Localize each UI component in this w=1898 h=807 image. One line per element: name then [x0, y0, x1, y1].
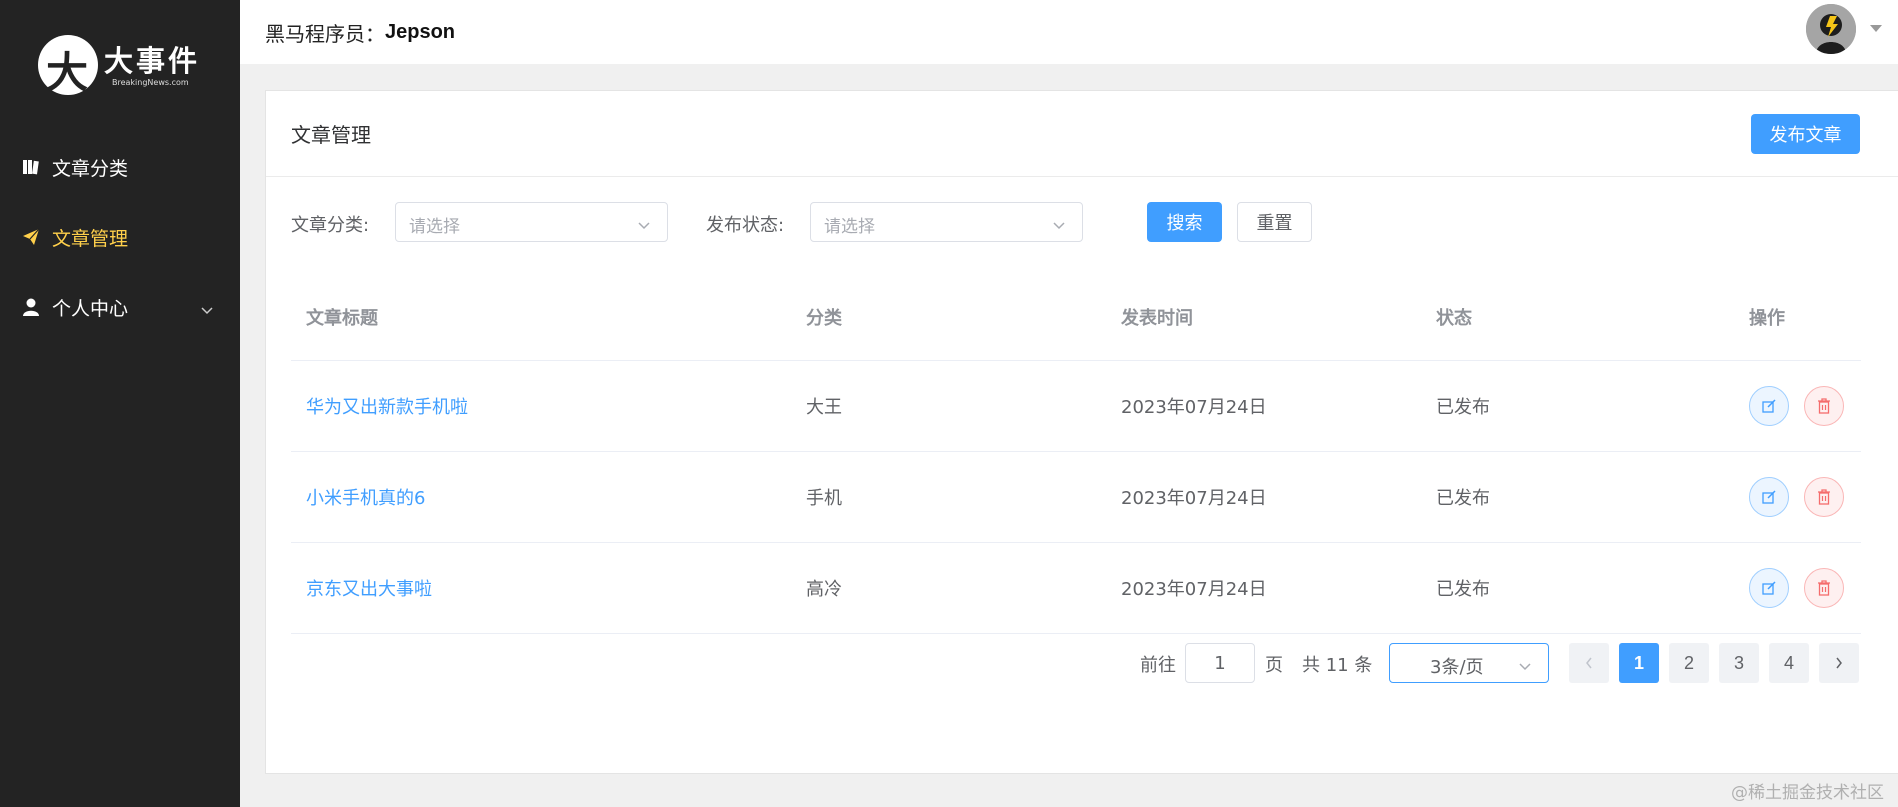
article-status: 已发布: [1436, 488, 1490, 509]
sidebar-menu: 文章分类 文章管理 个人中心: [0, 132, 240, 342]
edit-icon: [1762, 581, 1776, 595]
edit-button[interactable]: [1749, 477, 1789, 517]
sidebar-item-label: 个人中心: [52, 297, 129, 320]
category-filter-label: 文章分类:: [291, 215, 370, 236]
chevron-left-icon: [1586, 657, 1592, 669]
prev-page-button[interactable]: [1569, 643, 1609, 683]
article-title-link[interactable]: 小米手机真的6: [306, 484, 425, 510]
top-header: 黑马程序员： Jepson: [240, 0, 1898, 64]
chevron-down-icon: [1052, 216, 1066, 235]
article-title-link[interactable]: 华为又出新款手机啦: [306, 393, 468, 419]
total-count: 共 11 条: [1302, 655, 1373, 676]
status-filter-label: 发布状态:: [706, 215, 785, 236]
book-icon: [20, 156, 42, 178]
trash-icon: [1818, 398, 1830, 414]
column-header-actions: 操作: [1749, 307, 1785, 329]
header-username: Jepson: [385, 20, 456, 43]
trash-icon: [1818, 580, 1830, 596]
chevron-down-icon: [200, 299, 214, 321]
article-title-link[interactable]: 京东又出大事啦: [306, 575, 432, 601]
delete-button[interactable]: [1804, 568, 1844, 608]
page-button-3[interactable]: 3: [1719, 643, 1759, 683]
article-category: 手机: [806, 488, 842, 509]
logo: 大事件 BreakingNews.com: [0, 0, 240, 130]
article-date: 2023年07月24日: [1121, 397, 1267, 418]
article-status: 已发布: [1436, 397, 1490, 418]
edit-icon: [1762, 490, 1776, 504]
sidebar-item-label: 文章分类: [52, 157, 129, 180]
column-header-title: 文章标题: [306, 307, 378, 329]
edit-button[interactable]: [1749, 568, 1789, 608]
article-category: 高冷: [806, 579, 842, 600]
filter-form: 文章分类: 请选择 发布状态: 请选择 搜索 重置: [291, 202, 1851, 242]
article-status: 已发布: [1436, 579, 1490, 600]
column-header-category: 分类: [806, 307, 842, 329]
column-header-status: 状态: [1436, 307, 1472, 329]
logo-mark: [38, 35, 98, 100]
article-date: 2023年07月24日: [1121, 579, 1267, 600]
page-unit-label: 页: [1265, 655, 1283, 676]
chevron-right-icon: [1836, 657, 1842, 669]
sidebar-item-article-category[interactable]: 文章分类: [0, 132, 240, 202]
edit-button[interactable]: [1749, 386, 1789, 426]
next-page-button[interactable]: [1819, 643, 1859, 683]
page-size-select[interactable]: 3条/页: [1389, 643, 1549, 683]
sidebar-item-label: 文章管理: [52, 227, 129, 250]
page-size-value: 3条/页: [1430, 657, 1484, 678]
table-row: 小米手机真的6 手机 2023年07月24日 已发布: [291, 452, 1861, 543]
column-header-date: 发表时间: [1121, 307, 1193, 329]
logo-subtitle: BreakingNews.com: [112, 77, 189, 87]
card-header: 文章管理 发布文章: [266, 91, 1898, 177]
edit-icon: [1762, 399, 1776, 413]
category-select-placeholder: 请选择: [409, 217, 460, 237]
goto-label: 前往: [1140, 655, 1176, 676]
logo-title: 大事件: [104, 43, 201, 78]
trash-icon: [1818, 489, 1830, 505]
article-table: 文章标题 分类 发表时间 状态 操作 华为又出新款手机啦 大王 2023年07月…: [291, 273, 1861, 634]
chevron-down-icon: [1518, 657, 1532, 676]
goto-page-input[interactable]: [1185, 643, 1255, 683]
sidebar-item-article-manage[interactable]: 文章管理: [0, 202, 240, 272]
sidebar-item-personal-center[interactable]: 个人中心: [0, 272, 240, 342]
header-label: 黑马程序员：: [265, 21, 385, 46]
chevron-down-icon: [637, 216, 651, 235]
page-button-4[interactable]: 4: [1769, 643, 1809, 683]
pagination: 前往 页 共 11 条 3条/页 1 2 3 4: [265, 643, 1898, 683]
page-button-2[interactable]: 2: [1669, 643, 1709, 683]
search-button[interactable]: 搜索: [1147, 202, 1222, 242]
avatar[interactable]: [1806, 4, 1856, 54]
delete-button[interactable]: [1804, 477, 1844, 517]
status-select[interactable]: 请选择: [810, 202, 1083, 242]
page-title: 文章管理: [291, 123, 371, 147]
table-header: 文章标题 分类 发表时间 状态 操作: [291, 273, 1861, 361]
caret-down-icon[interactable]: [1870, 25, 1882, 32]
delete-button[interactable]: [1804, 386, 1844, 426]
paper-plane-icon: [20, 226, 42, 248]
table-row: 华为又出新款手机啦 大王 2023年07月24日 已发布: [291, 361, 1861, 452]
status-select-placeholder: 请选择: [824, 217, 875, 237]
article-date: 2023年07月24日: [1121, 488, 1267, 509]
publish-article-button[interactable]: 发布文章: [1751, 114, 1860, 154]
sidebar: 大事件 BreakingNews.com 文章分类 文章管理 个人中心: [0, 0, 240, 807]
user-icon: [20, 296, 42, 318]
reset-button[interactable]: 重置: [1237, 202, 1312, 242]
category-select[interactable]: 请选择: [395, 202, 668, 242]
page-button-1[interactable]: 1: [1619, 643, 1659, 683]
watermark: @稀土掘金技术社区: [1731, 783, 1884, 803]
article-category: 大王: [806, 397, 842, 418]
table-row: 京东又出大事啦 高冷 2023年07月24日 已发布: [291, 543, 1861, 634]
